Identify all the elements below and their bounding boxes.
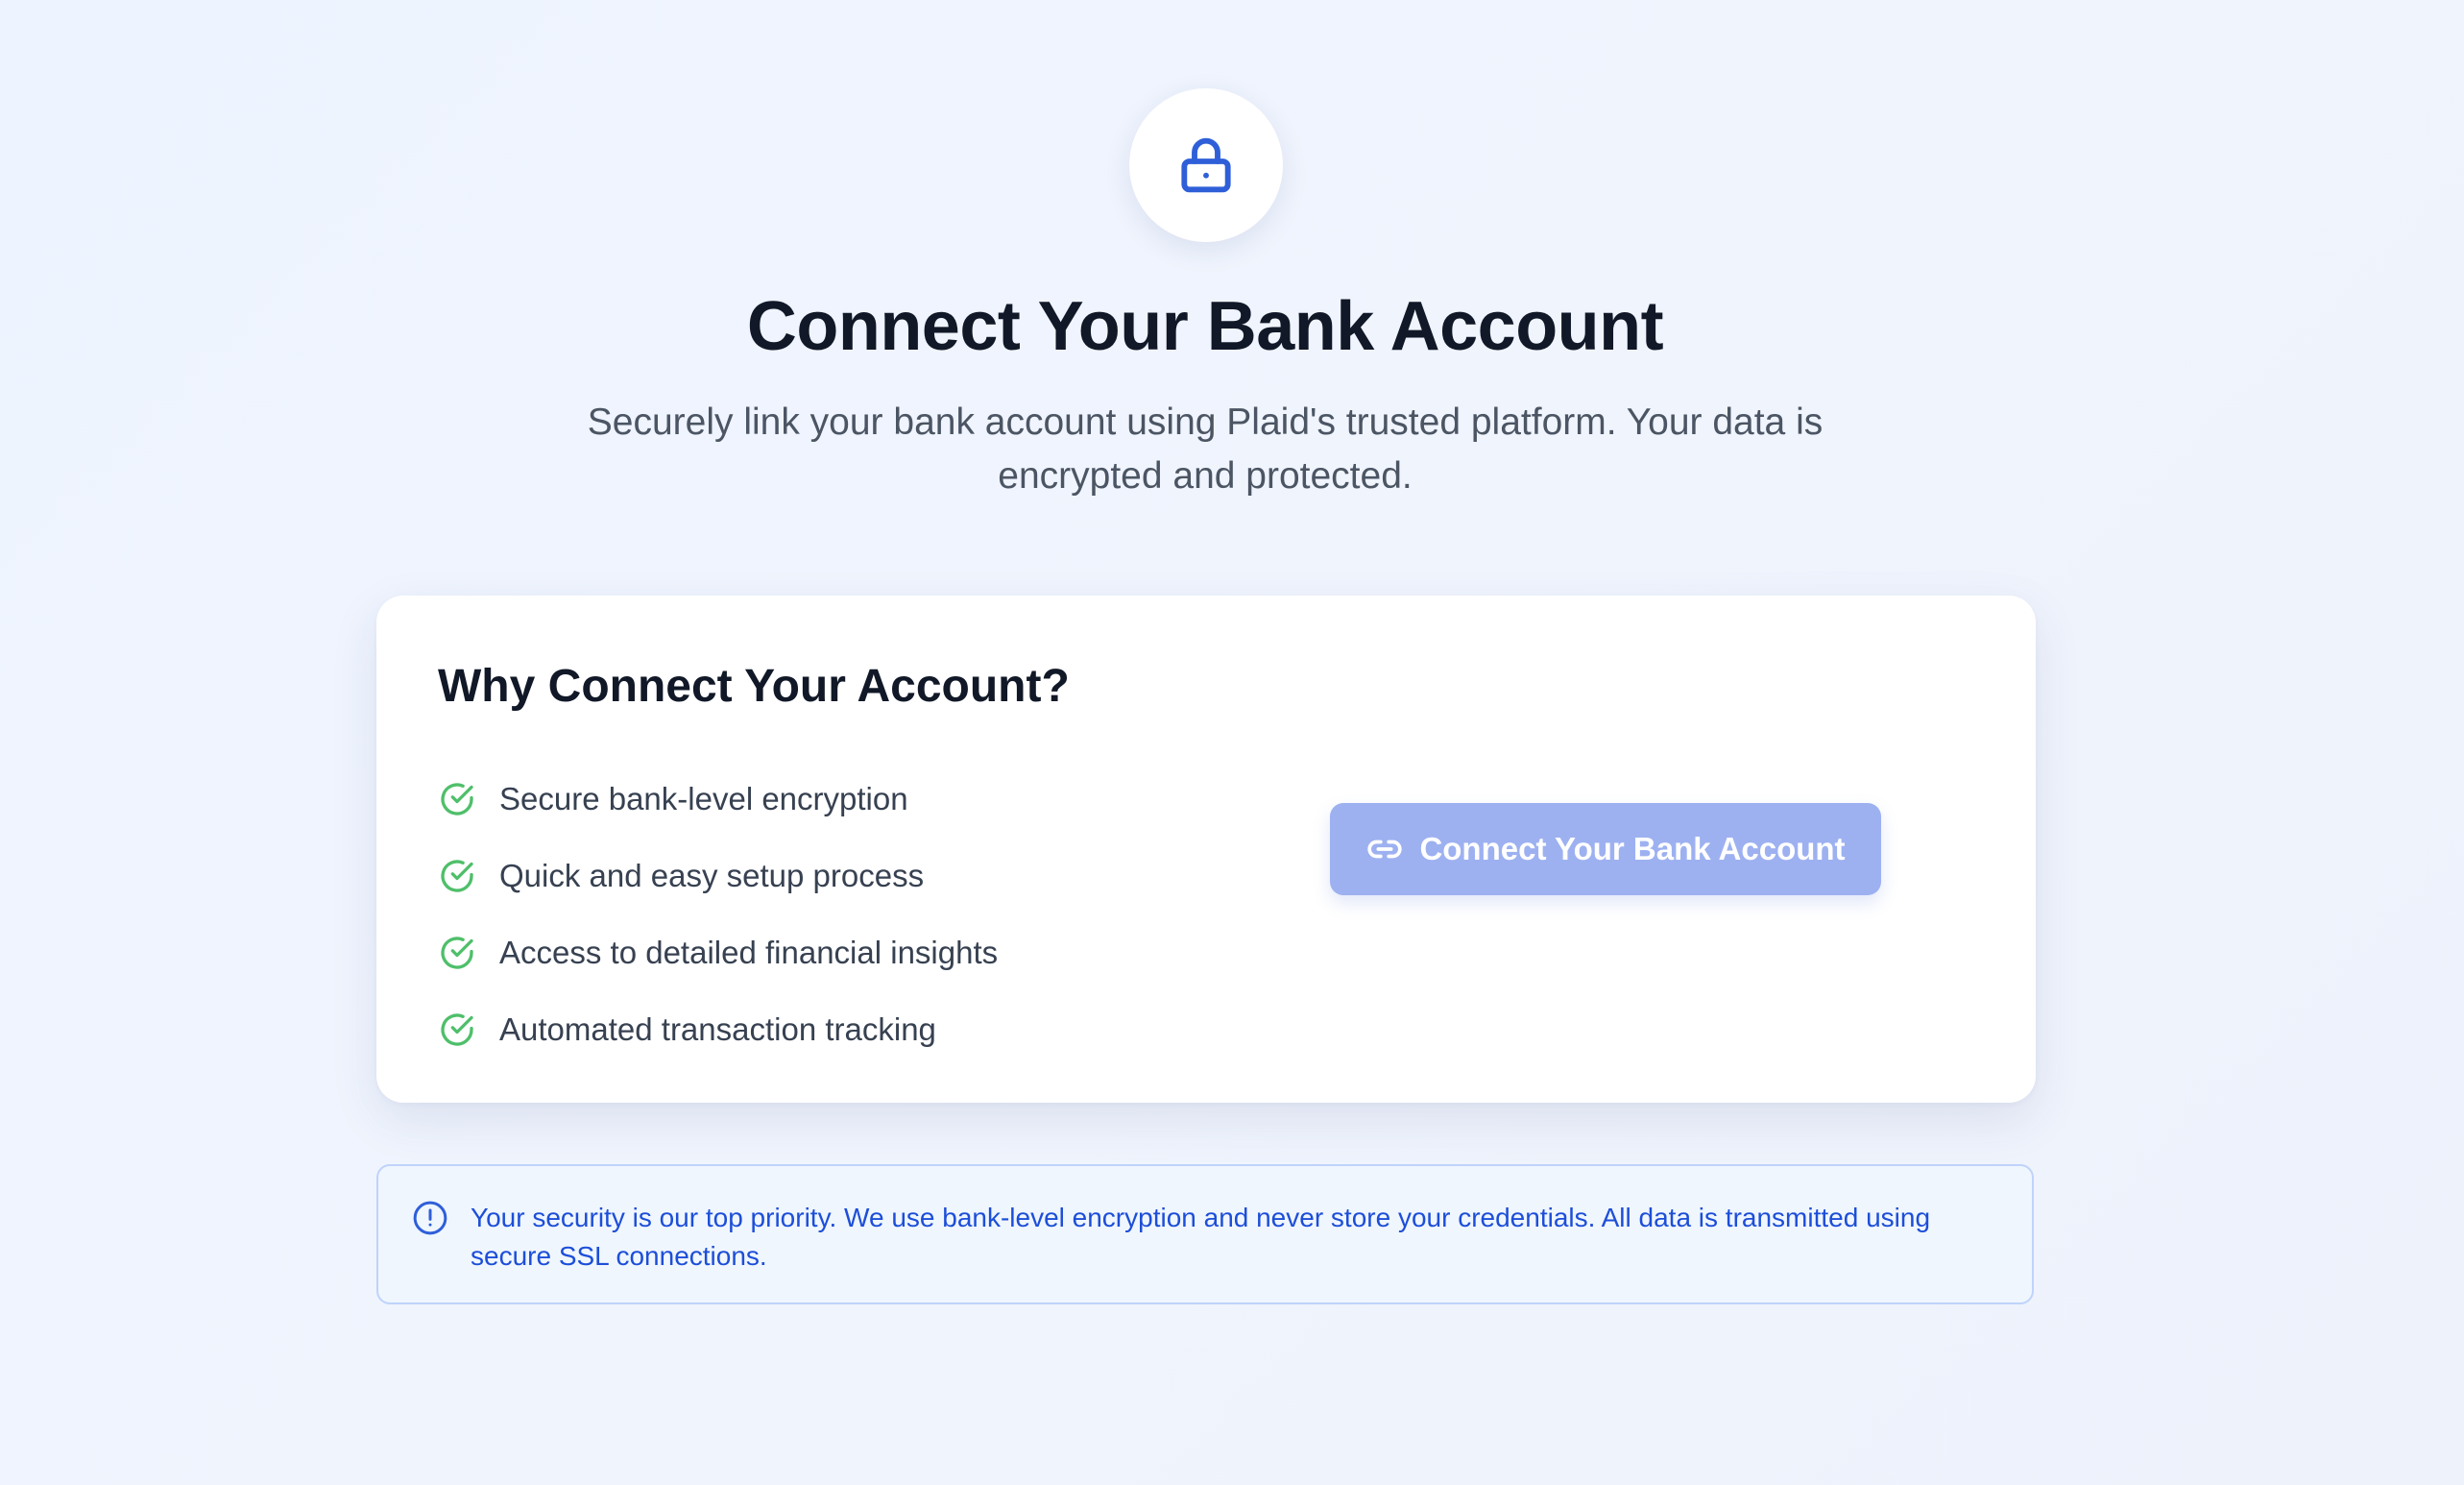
page-title: Connect Your Bank Account [746, 288, 1664, 365]
feature-text: Quick and easy setup process [499, 858, 925, 893]
feature-item: Quick and easy setup process [438, 838, 998, 914]
feature-text: Secure bank-level encryption [499, 781, 908, 816]
feature-item: Access to detailed financial insights [438, 914, 998, 991]
link-icon [1365, 830, 1404, 868]
feature-text: Access to detailed financial insights [499, 935, 999, 970]
feature-item: Automated transaction tracking [438, 991, 998, 1068]
info-icon [411, 1199, 449, 1237]
card-title: Why Connect Your Account? [438, 661, 1070, 712]
feature-text: Automated transaction tracking [499, 1011, 936, 1047]
check-circle-icon [438, 1010, 476, 1049]
connect-bank-button[interactable]: Connect Your Bank Account [1330, 803, 1881, 895]
lock-badge [1129, 88, 1283, 242]
feature-list: Secure bank-level encryption Quick and e… [438, 761, 998, 1068]
feature-item: Secure bank-level encryption [438, 761, 998, 838]
lock-icon [1181, 137, 1231, 193]
check-circle-icon [438, 857, 476, 895]
benefits-card: Why Connect Your Account? Secure bank-le… [376, 596, 2036, 1103]
page-subtitle: Securely link your bank account using Pl… [587, 402, 1824, 497]
security-notice: Your security is our top priority. We us… [376, 1164, 2034, 1304]
connect-bank-button-label: Connect Your Bank Account [1419, 831, 1846, 866]
security-notice-text: Your security is our top priority. We us… [471, 1203, 1931, 1271]
check-circle-icon [438, 780, 476, 818]
check-circle-icon [438, 934, 476, 972]
